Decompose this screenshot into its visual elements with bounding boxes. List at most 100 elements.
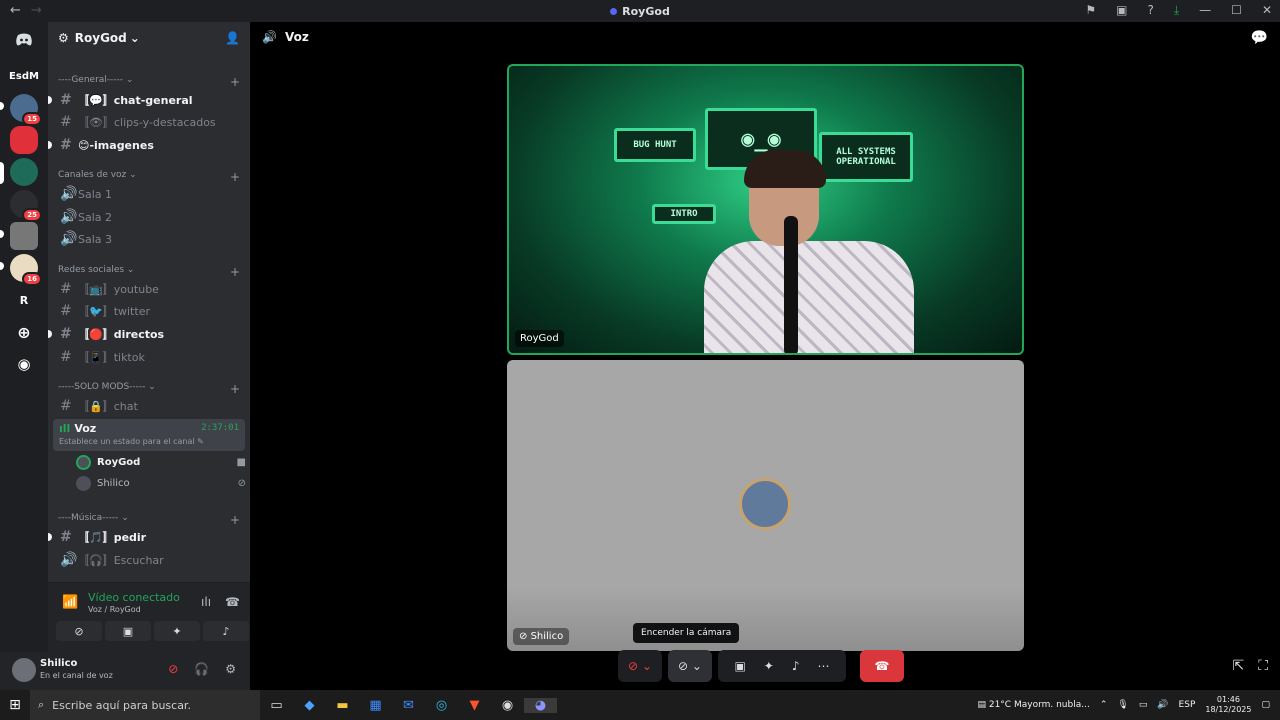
video-tile-shilico[interactable]: ⊘ Shilico — [507, 360, 1024, 651]
category-label: Canales de voz ⌄ — [58, 170, 137, 180]
voice-channel-active[interactable]: ıll Voz 2:37:01 Establece un estado para … — [53, 419, 245, 451]
more-icon[interactable]: ⋯ — [818, 659, 830, 673]
mute-button[interactable]: ⊘ ⌄ — [618, 650, 662, 682]
channel-label: Sala 1 — [78, 187, 113, 201]
obs-icon[interactable]: ◉ — [491, 698, 524, 713]
camera-button[interactable]: ⊘ ⌄ — [668, 650, 712, 682]
voice-location[interactable]: Voz / RoyGod — [88, 605, 141, 614]
category-social[interactable]: Redes sociales ⌄ + — [58, 265, 240, 279]
notifications-icon[interactable]: ▢ — [1261, 700, 1270, 710]
server-icon-5[interactable]: 16 — [10, 254, 42, 286]
discord-home-icon[interactable] — [10, 26, 38, 54]
fullscreen-icon[interactable]: ⛶ — [1258, 658, 1268, 674]
server-r[interactable]: R — [10, 286, 38, 314]
add-channel-icon[interactable]: + — [230, 265, 240, 279]
tile-label: RoyGod — [515, 330, 564, 347]
category-solo-mods[interactable]: -----SOLO MODS----- ⌄ + — [58, 382, 240, 396]
invite-icon[interactable]: 👤 — [225, 31, 240, 45]
channel-pedir[interactable]: # 〚🎵〛pedir — [48, 526, 246, 548]
close-button[interactable]: ✕ — [1262, 3, 1272, 18]
server-icon-4[interactable] — [10, 222, 38, 250]
channel-directos[interactable]: # 〚🔴〛directos — [48, 323, 246, 345]
store-icon[interactable]: ▦ — [359, 698, 392, 713]
voice-user-roygod[interactable]: RoyGod ■ — [76, 452, 246, 472]
discord-taskbar-icon[interactable]: ◕ — [524, 697, 557, 713]
channel-status[interactable]: Establece un estado para el canal ✎ — [59, 437, 239, 446]
noise-suppression-icon[interactable]: ılı — [201, 595, 211, 609]
clock[interactable]: 01:46 18/12/2025 — [1205, 695, 1251, 715]
server-header[interactable]: ⚙ RoyGod ⌄ 👤 — [48, 22, 250, 54]
channel-chat[interactable]: # 〚🔒〛chat — [54, 395, 246, 417]
channel-label: 〚🔒〛chat — [78, 400, 138, 413]
download-icon[interactable]: ⤓ — [1174, 3, 1179, 18]
add-channel-icon[interactable]: + — [230, 75, 240, 89]
channel-sala-1[interactable]: 🔊 Sala 1 — [54, 183, 246, 205]
voice-user-shilico[interactable]: Shilico ⊘ — [76, 473, 246, 493]
chevron-up-icon[interactable]: ⌃ — [1100, 700, 1108, 710]
network-icon[interactable]: ▭ — [1139, 700, 1148, 710]
screen-share-icon[interactable]: ▣ — [734, 659, 745, 673]
share-screen-button[interactable]: ▣ — [105, 621, 151, 641]
add-server-icon[interactable]: ⊕ — [10, 318, 38, 346]
voice-status[interactable]: Vídeo conectado — [88, 591, 180, 604]
unread-pill — [48, 141, 52, 149]
disconnect-button[interactable]: ☎ — [860, 650, 904, 682]
add-channel-icon[interactable]: + — [230, 513, 240, 527]
task-view-icon[interactable]: ▭ — [260, 698, 293, 713]
channel-chat-general[interactable]: # 〚💬〛chat-general — [48, 89, 246, 111]
soundboard-button[interactable]: ♪ — [203, 621, 249, 641]
channel-twitter[interactable]: # 〚🐦〛twitter — [54, 300, 246, 322]
channel-sala-3[interactable]: 🔊 Sala 3 — [54, 228, 246, 250]
mail-icon[interactable]: ✉ — [392, 698, 425, 713]
settings-gear-icon[interactable]: ⚙ — [225, 662, 236, 676]
avatar — [76, 475, 91, 491]
maximize-button[interactable]: ☐ — [1231, 3, 1242, 18]
server-icon-roygod[interactable] — [10, 158, 38, 186]
help-icon[interactable]: ? — [1147, 3, 1153, 18]
taskbar-search[interactable]: ⌕ Escribe aquí para buscar. — [30, 690, 260, 720]
server-esdm[interactable]: EsdM — [9, 62, 39, 90]
channel-imagenes[interactable]: # 😊-imagenes — [48, 134, 246, 156]
volume-icon[interactable]: 🔊 — [1157, 700, 1168, 710]
window-title-text: RoyGod — [622, 4, 670, 18]
category-voice[interactable]: Canales de voz ⌄ + — [58, 170, 240, 184]
camera-toggle-button[interactable]: ⊘ — [56, 621, 102, 641]
add-channel-icon[interactable]: + — [230, 382, 240, 396]
screen-share-icon[interactable]: ▣ — [1116, 3, 1127, 18]
activities-button[interactable]: ✦ — [154, 621, 200, 641]
popout-icon[interactable]: ⇱ — [1232, 658, 1244, 674]
windows-start-icon[interactable]: ⊞ — [0, 697, 30, 713]
disconnect-icon[interactable]: ☎ — [225, 595, 240, 609]
flag-icon[interactable]: ⚑ — [1085, 3, 1096, 18]
chat-bubble-icon[interactable]: 💬 — [1251, 30, 1268, 46]
avatar[interactable] — [12, 658, 36, 682]
category-general[interactable]: ----General----- ⌄ + — [58, 75, 240, 89]
server-icon-2[interactable] — [10, 126, 38, 154]
headphones-icon[interactable]: 🎧 — [194, 662, 209, 676]
voice-header-title: Voz — [284, 30, 309, 44]
channel-tiktok[interactable]: # 〚📱〛tiktok — [54, 346, 246, 368]
edge-icon[interactable]: ◎ — [425, 698, 458, 713]
channel-clips[interactable]: # 〚👁〛clips-y-destacados — [54, 111, 246, 133]
channel-escuchar[interactable]: 🔊 〚🎧〛Escuchar — [54, 549, 246, 571]
brave-icon[interactable]: ▼ — [458, 698, 491, 713]
activities-icon[interactable]: ✦ — [764, 659, 774, 673]
minimize-button[interactable]: — — [1199, 3, 1211, 18]
mic-icon[interactable]: 🎙 — [1117, 700, 1128, 710]
add-channel-icon[interactable]: + — [230, 170, 240, 184]
weather-widget[interactable]: ▤ 21°C Mayorm. nubla... — [977, 700, 1089, 710]
category-musica[interactable]: ----Música----- ⌄ + — [58, 513, 240, 527]
speaker-icon: 🔊 — [60, 209, 78, 225]
channel-youtube[interactable]: # 〚📺〛youtube — [54, 278, 246, 300]
language[interactable]: ESP — [1179, 700, 1196, 710]
copilot-icon[interactable]: ◆ — [293, 698, 326, 713]
taskbar: ⊞ ⌕ Escribe aquí para buscar. ▭ ◆ ▬ ▦ ✉ ◎… — [0, 690, 1280, 720]
channel-sala-2[interactable]: 🔊 Sala 2 — [54, 206, 246, 228]
file-explorer-icon[interactable]: ▬ — [326, 698, 359, 713]
video-tile-roygod[interactable]: BUG HUNT ◉_◉ ALL SYSTEMS OPERATIONAL INT… — [507, 64, 1024, 355]
server-icon-1[interactable]: 15 — [10, 94, 42, 126]
mic-muted-icon[interactable]: ⊘ — [168, 662, 178, 676]
server-icon-3[interactable]: 25 — [10, 190, 42, 222]
soundboard-icon[interactable]: ♪ — [792, 659, 800, 673]
explore-icon[interactable]: ◉ — [10, 350, 38, 378]
